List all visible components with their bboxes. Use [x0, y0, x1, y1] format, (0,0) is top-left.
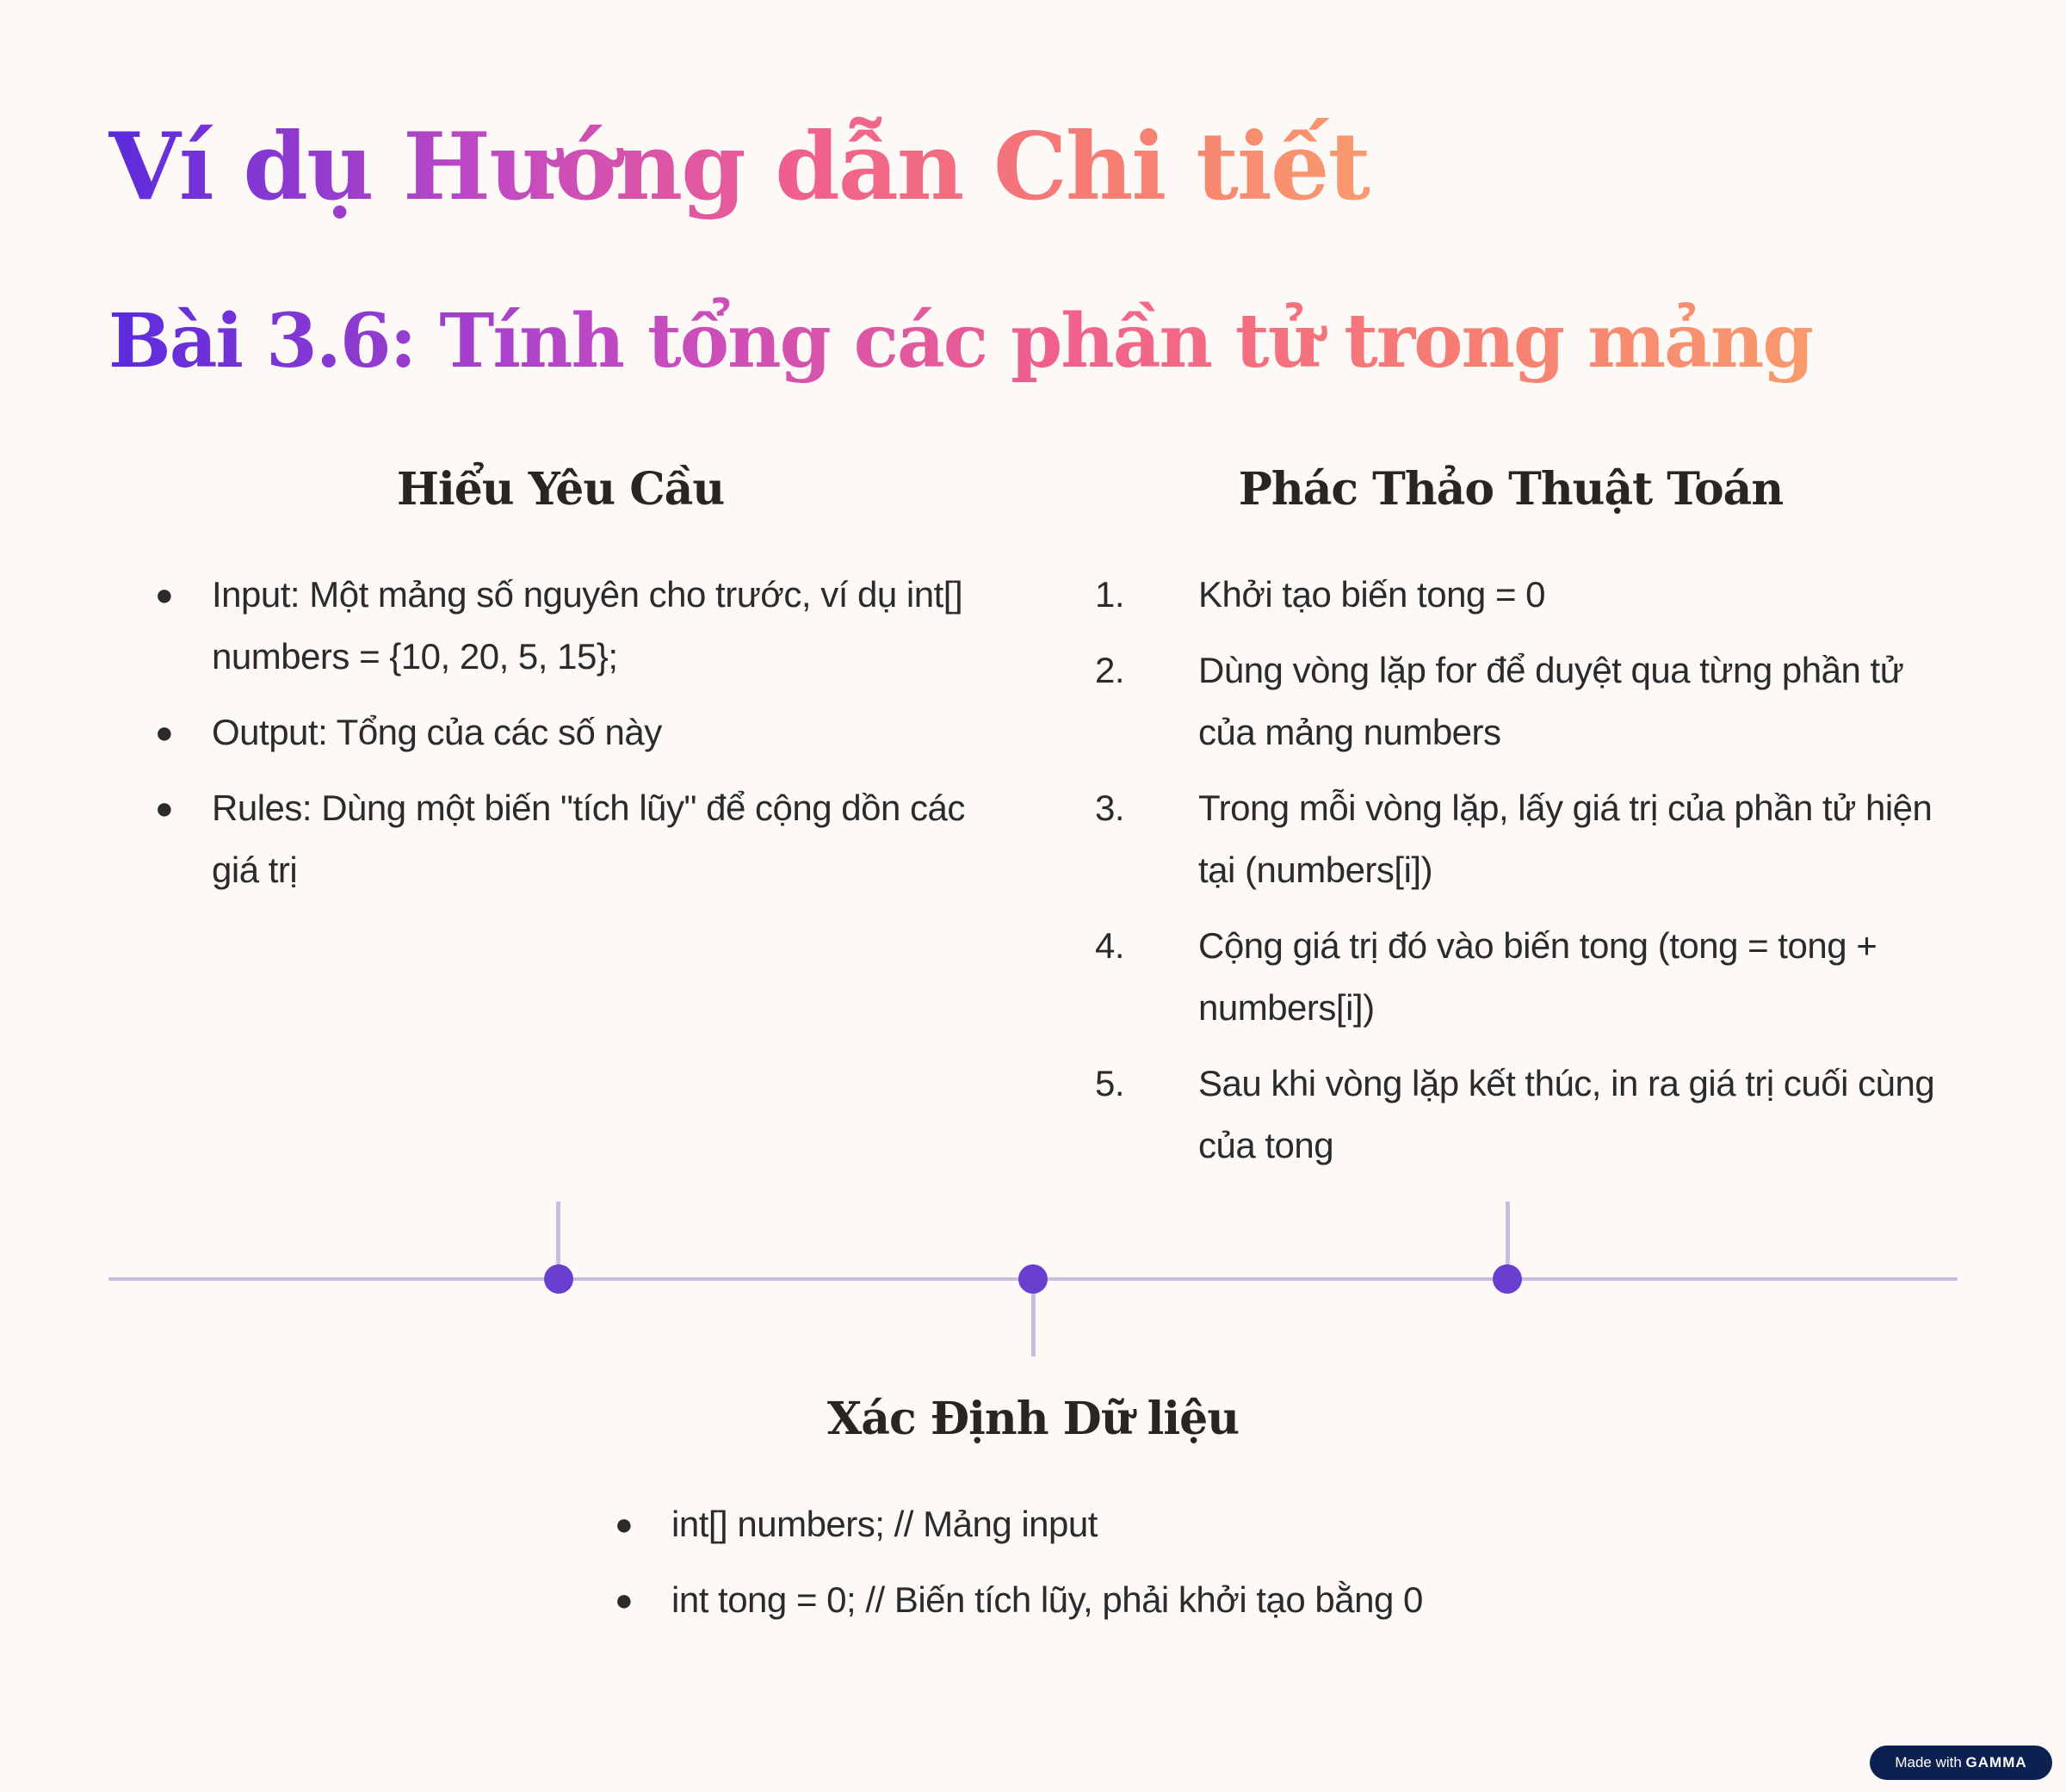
- badge-prefix: Made with: [1895, 1754, 1962, 1770]
- requirements-heading: Hiểu Yêu Cầu: [396, 463, 725, 516]
- timeline-dot: [1018, 1264, 1048, 1294]
- made-with-gamma-badge[interactable]: Made with GAMMA: [1870, 1746, 2052, 1780]
- step-text: Dùng vòng lặp for để duyệt qua từng phần…: [1198, 649, 1904, 752]
- data-list: ● int[] numbers; // Mảng input ● int tong …: [568, 1493, 1498, 1631]
- step-number: 4.: [1095, 924, 1125, 966]
- list-item: ● int[] numbers; // Mảng input: [568, 1493, 1498, 1555]
- requirement-text: Rules: Dùng một biến "tích lũy" để cộng …: [212, 787, 965, 890]
- requirements-list: ● Input: Một mảng số nguyên cho trước, ví…: [108, 564, 1012, 901]
- timeline-dot: [544, 1264, 573, 1294]
- list-item: ● Rules: Dùng một biến "tích lũy" để cộng…: [108, 777, 1012, 901]
- bullet-icon: ●: [615, 1505, 634, 1542]
- page-title: Ví dụ Hướng dẫn Chi tiết: [108, 112, 1371, 224]
- bullet-icon: ●: [155, 576, 174, 612]
- step-number: 2.: [1095, 649, 1125, 690]
- data-text: int[] numbers; // Mảng input: [671, 1503, 1098, 1544]
- gamma-logo: GAMMA: [1965, 1754, 2027, 1770]
- bullet-icon: ●: [155, 714, 174, 750]
- step-text: Cộng giá trị đó vào biến tong (tong = to…: [1198, 924, 1877, 1028]
- algorithm-steps: 1. Khởi tạo biến tong = 0 2. Dùng vòng lặp…: [1059, 564, 1963, 1177]
- requirements-section: Hiểu Yêu Cầu ● Input: Một mảng số nguyên …: [108, 460, 1012, 915]
- list-item: 2. Dùng vòng lặp for để duyệt qua từng ph…: [1095, 640, 1963, 763]
- page-subtitle: Bài 3.6: Tính tổng các phần tử trong mản…: [108, 298, 1814, 385]
- algorithm-section: Phác Thảo Thuật Toán 1. Khởi tạo biến ton…: [1059, 460, 1963, 1190]
- list-item: 5. Sau khi vòng lặp kết thúc, in ra giá t…: [1095, 1053, 1963, 1177]
- bullet-icon: ●: [615, 1581, 634, 1617]
- step-number: 5.: [1095, 1062, 1125, 1103]
- algorithm-heading: Phác Thảo Thuật Toán: [1238, 463, 1784, 516]
- list-item: ● Output: Tổng của các số này: [108, 701, 1012, 763]
- list-item: 3. Trong mỗi vòng lặp, lấy giá trị của ph…: [1095, 777, 1963, 901]
- step-number: 3.: [1095, 787, 1125, 828]
- requirement-text: Output: Tổng của các số này: [212, 711, 662, 752]
- list-item: ● Input: Một mảng số nguyên cho trước, ví…: [108, 564, 1012, 688]
- step-text: Trong mỗi vòng lặp, lấy giá trị của phần…: [1198, 787, 1933, 890]
- timeline-dot: [1493, 1264, 1522, 1294]
- bullet-icon: ●: [155, 789, 174, 825]
- step-text: Khởi tạo biến tong = 0: [1198, 573, 1546, 615]
- data-section: Xác Định Dữ liệu ● int[] numbers; // Mảng…: [568, 1390, 1498, 1645]
- data-text: int tong = 0; // Biến tích lũy, phải khở…: [671, 1579, 1423, 1620]
- requirement-text: Input: Một mảng số nguyên cho trước, ví …: [212, 573, 963, 677]
- data-heading: Xác Định Dữ liệu: [826, 1393, 1240, 1445]
- step-number: 1.: [1095, 573, 1125, 615]
- list-item: ● int tong = 0; // Biến tích lũy, phải kh…: [568, 1569, 1498, 1631]
- list-item: 1. Khởi tạo biến tong = 0: [1095, 564, 1963, 626]
- list-item: 4. Cộng giá trị đó vào biến tong (tong = …: [1095, 915, 1963, 1039]
- step-text: Sau khi vòng lặp kết thúc, in ra giá trị…: [1198, 1062, 1935, 1165]
